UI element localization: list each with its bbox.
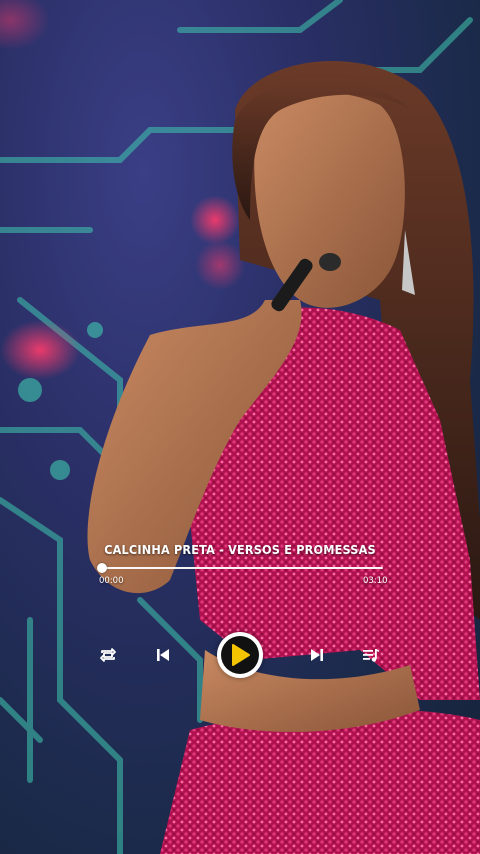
current-time: 00:00 [99, 576, 124, 586]
previous-button[interactable] [153, 645, 173, 665]
repeat-icon [100, 648, 116, 662]
skip-next-icon [311, 649, 323, 661]
progress-handle[interactable] [97, 563, 107, 573]
duration-time: 03:10 [363, 576, 388, 586]
repeat-button[interactable] [98, 645, 118, 665]
playlist-button[interactable] [361, 645, 381, 665]
play-icon [232, 644, 250, 666]
playlist-icon [363, 649, 379, 662]
singer-illustration [87, 61, 480, 854]
track-title: CALCINHA PRETA - VERSOS E PROMESSAS [104, 542, 376, 557]
video-frame: CALCINHA PRETA - VERSOS E PROMESSAS 00:0… [0, 0, 480, 854]
play-button[interactable] [217, 632, 263, 678]
progress-track[interactable] [102, 567, 383, 569]
next-button[interactable] [307, 645, 327, 665]
skip-previous-icon [157, 649, 169, 661]
